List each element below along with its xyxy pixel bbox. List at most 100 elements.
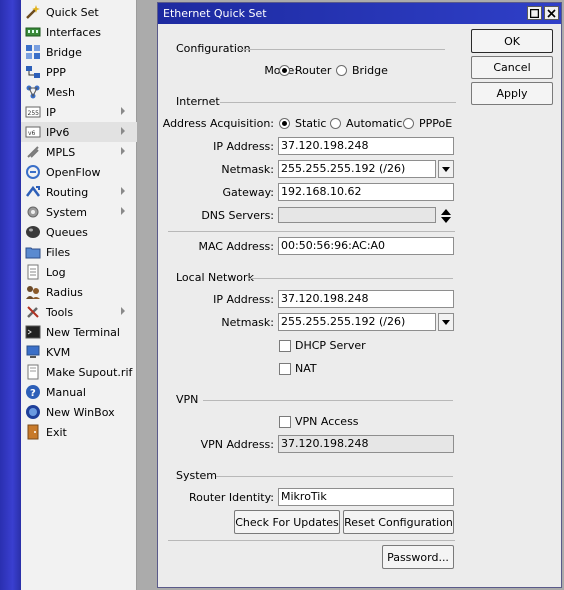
submenu-arrow-icon (121, 107, 125, 115)
chevron-down-icon (442, 319, 450, 325)
local-netmask-dropdown[interactable] (438, 313, 454, 331)
menu-item-label: MPLS (46, 145, 76, 159)
menu-item-manual[interactable]: ? Manual (21, 382, 137, 402)
dns-servers-label: DNS Servers: (201, 209, 274, 222)
local-netmask-label: Netmask: (221, 316, 274, 329)
submenu-arrow-icon (121, 187, 125, 195)
menu-item-bridge[interactable]: Bridge (21, 42, 137, 62)
mode-bridge-radio[interactable] (336, 65, 347, 76)
close-button[interactable] (544, 6, 559, 20)
menu-item-label: Log (46, 265, 66, 279)
radius-icon (25, 284, 41, 300)
section-divider (203, 400, 453, 401)
check-for-updates-button[interactable]: Check For Updates (234, 510, 340, 534)
wand-icon (25, 4, 41, 20)
updown-arrow-icon (441, 209, 451, 223)
menu-item-label: Make Supout.rif (46, 365, 133, 379)
menu-item-log[interactable]: Log (21, 262, 137, 282)
mac-address-input[interactable]: 00:50:56:96:AC:A0 (278, 237, 454, 255)
acq-automatic-radio[interactable] (330, 118, 341, 129)
menu-item-label: IP (46, 105, 56, 119)
section-divider (216, 476, 453, 477)
menu-item-label: Files (46, 245, 71, 259)
internet-netmask-input[interactable]: 255.255.255.192 (/26) (278, 160, 436, 178)
mode-bridge-label: Bridge (352, 64, 388, 77)
mpls-icon (25, 144, 41, 160)
menu-item-exit[interactable]: Exit (21, 422, 137, 442)
menu-item-openflow[interactable]: OpenFlow (21, 162, 137, 182)
menu-item-label: Quick Set (46, 5, 99, 19)
acq-static-radio[interactable] (279, 118, 290, 129)
nat-label: NAT (295, 362, 317, 375)
section-vpn: VPN (176, 393, 199, 406)
menu-item-label: New WinBox (46, 405, 115, 419)
vpn-address-label: VPN Address: (200, 438, 274, 451)
section-divider (168, 540, 455, 541)
menu-item-mpls[interactable]: MPLS (21, 142, 137, 162)
menu-item-ip[interactable]: 255 IP (21, 102, 137, 122)
menu-item-radius[interactable]: Radius (21, 282, 137, 302)
menu-item-system[interactable]: System (21, 202, 137, 222)
cancel-button[interactable]: Cancel (471, 56, 553, 79)
dhcp-server-checkbox[interactable] (279, 340, 291, 352)
menu-item-files[interactable]: Files (21, 242, 137, 262)
queues-icon (25, 224, 41, 240)
menu-item-tools[interactable]: Tools (21, 302, 137, 322)
dns-servers-input[interactable] (278, 207, 436, 223)
section-local-network: Local Network (176, 271, 254, 284)
menu-item-new-winbox[interactable]: New WinBox (21, 402, 137, 422)
bridge-icon (25, 44, 41, 60)
menu-item-label: Mesh (46, 85, 75, 99)
main-menu: Quick Set Interfaces Bridge PPP Mesh 255 IP v6 I… (21, 0, 137, 590)
winbox-side-strip (0, 0, 21, 590)
menu-item-interfaces[interactable]: Interfaces (21, 22, 137, 42)
reset-configuration-button[interactable]: Reset Configuration (343, 510, 454, 534)
internet-ip-input[interactable]: 37.120.198.248 (278, 137, 454, 155)
dns-expand-button[interactable] (440, 207, 452, 225)
menu-item-routing[interactable]: Routing (21, 182, 137, 202)
menu-item-label: Radius (46, 285, 83, 299)
mode-router-radio[interactable] (279, 65, 290, 76)
ok-button[interactable]: OK (471, 29, 553, 53)
section-internet: Internet (176, 95, 220, 108)
router-identity-label: Router Identity: (188, 491, 274, 504)
nat-checkbox[interactable] (279, 363, 291, 375)
menu-item-label: System (46, 205, 88, 219)
acq-static-label: Static (295, 117, 327, 130)
router-identity-input[interactable]: MikroTik (278, 488, 454, 506)
svg-text:v6: v6 (28, 130, 36, 137)
menu-item-quick-set[interactable]: Quick Set (21, 2, 137, 22)
vpn-access-checkbox[interactable] (279, 416, 291, 428)
menu-item-new-terminal[interactable]: New Terminal (21, 322, 137, 342)
internet-netmask-label: Netmask: (221, 163, 274, 176)
menu-item-label: Queues (46, 225, 88, 239)
ppp-icon (25, 64, 41, 80)
maximize-button[interactable] (527, 6, 542, 20)
mode-router-label: Router (295, 64, 332, 77)
section-divider (240, 49, 445, 50)
dhcp-server-label: DHCP Server (295, 339, 366, 352)
svg-text:?: ? (30, 388, 36, 399)
internet-netmask-dropdown[interactable] (438, 160, 454, 178)
dialog-titlebar[interactable]: Ethernet Quick Set (158, 3, 561, 24)
menu-item-ppp[interactable]: PPP (21, 62, 137, 82)
menu-item-make-supout-rif[interactable]: Make Supout.rif (21, 362, 137, 382)
ip-icon: 255 (25, 104, 41, 120)
local-netmask-input[interactable]: 255.255.255.192 (/26) (278, 313, 436, 331)
gateway-input[interactable]: 192.168.10.62 (278, 183, 454, 201)
menu-item-kvm[interactable]: KVM (21, 342, 137, 362)
acq-pppoe-radio[interactable] (403, 118, 414, 129)
local-ip-label: IP Address: (213, 293, 274, 306)
menu-item-queues[interactable]: Queues (21, 222, 137, 242)
acq-automatic-label: Automatic (346, 117, 403, 130)
apply-button[interactable]: Apply (471, 82, 553, 105)
terminal-icon (25, 324, 41, 340)
menu-item-label: KVM (46, 345, 71, 359)
menu-item-ipv6[interactable]: v6 IPv6 (21, 122, 137, 142)
local-ip-input[interactable]: 37.120.198.248 (278, 290, 454, 308)
routing-icon (25, 184, 41, 200)
password-button[interactable]: Password... (382, 545, 454, 569)
section-divider (248, 278, 453, 279)
menu-item-mesh[interactable]: Mesh (21, 82, 137, 102)
help-icon: ? (25, 384, 41, 400)
